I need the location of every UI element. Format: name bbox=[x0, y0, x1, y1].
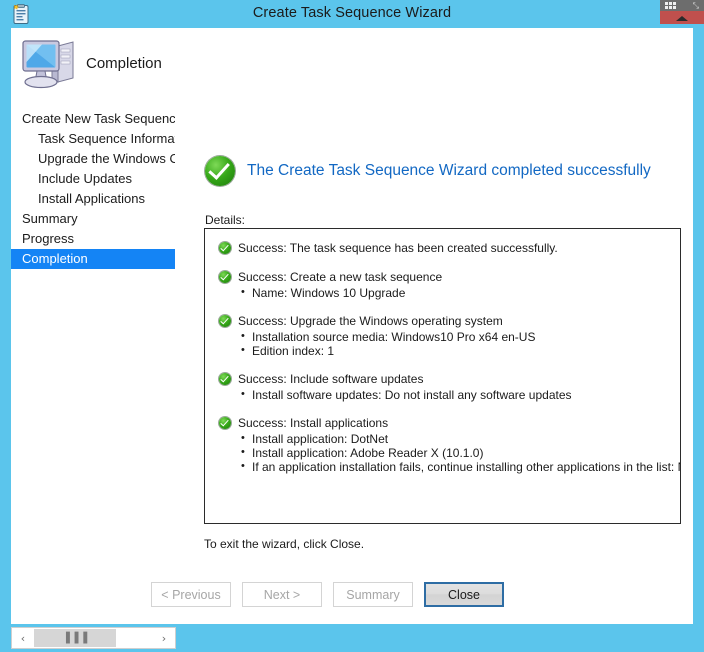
success-check-icon bbox=[219, 417, 231, 429]
sidebar-item-install-applications[interactable]: Install Applications bbox=[11, 189, 175, 209]
result-bullet-item: Install application: DotNet bbox=[219, 431, 670, 446]
sidebar-item-summary[interactable]: Summary bbox=[11, 209, 175, 229]
previous-button[interactable]: < Previous bbox=[151, 582, 231, 607]
scrollbar-thumb[interactable]: ▐▐▐ bbox=[34, 629, 116, 647]
scroll-right-arrow-icon[interactable]: › bbox=[153, 628, 175, 648]
result-heading-row: Success: The task sequence has been crea… bbox=[219, 241, 670, 256]
result-heading-text: Success: Install applications bbox=[238, 416, 389, 430]
result-bullet-item: Install application: Adobe Reader X (10.… bbox=[219, 445, 670, 460]
scrollbar-track[interactable]: ▐▐▐ bbox=[34, 628, 153, 648]
success-check-icon bbox=[219, 242, 231, 254]
result-bullet-item: Install software updates: Do not install… bbox=[219, 387, 670, 402]
result-bullet-item: If an application installation fails, co… bbox=[219, 459, 680, 474]
result-heading-text: Success: Create a new task sequence bbox=[238, 270, 443, 284]
exit-hint-text: To exit the wizard, click Close. bbox=[204, 537, 365, 551]
result-group: Success: Create a new task sequenceName:… bbox=[219, 270, 670, 300]
result-bullet-list: Install software updates: Do not install… bbox=[219, 387, 670, 402]
completion-status: The Create Task Sequence Wizard complete… bbox=[205, 156, 651, 186]
result-bullet-list: Installation source media: Windows10 Pro… bbox=[219, 329, 670, 358]
result-heading-row: Success: Create a new task sequence bbox=[219, 270, 670, 285]
summary-button[interactable]: Summary bbox=[333, 582, 413, 607]
result-group: Success: Upgrade the Windows operating s… bbox=[219, 314, 670, 358]
title-bar: Create Task Sequence Wizard ⤡ bbox=[0, 0, 704, 28]
close-button[interactable]: Close bbox=[424, 582, 504, 607]
wizard-window: Create Task Sequence Wizard ⤡ Completion… bbox=[0, 0, 704, 652]
result-heading-text: Success: Include software updates bbox=[238, 372, 424, 386]
next-button[interactable]: Next > bbox=[242, 582, 322, 607]
result-heading-row: Success: Install applications bbox=[219, 416, 670, 431]
sidebar-item-create-new-task-sequence[interactable]: Create New Task Sequence bbox=[11, 109, 175, 129]
result-group: Success: Include software updatesInstall… bbox=[219, 372, 670, 402]
result-bullet-list: Install application: DotNetInstall appli… bbox=[219, 431, 680, 474]
caret-up-icon bbox=[676, 16, 688, 21]
expand-arrows-icon[interactable]: ⤡ bbox=[693, 1, 699, 10]
result-group: Success: Install applicationsInstall app… bbox=[219, 416, 680, 474]
details-panel[interactable]: Success: The task sequence has been crea… bbox=[204, 228, 681, 524]
result-bullet-item: Name: Windows 10 Upgrade bbox=[219, 285, 670, 300]
result-heading-text: Success: Upgrade the Windows operating s… bbox=[238, 314, 503, 328]
result-bullet-item: Edition index: 1 bbox=[219, 343, 670, 358]
result-group: Success: The task sequence has been crea… bbox=[219, 241, 670, 256]
sidebar-item-progress[interactable]: Progress bbox=[11, 229, 175, 249]
result-bullet-item: Installation source media: Windows10 Pro… bbox=[219, 329, 670, 344]
horizontal-scrollbar[interactable]: ‹ ▐▐▐ › bbox=[11, 627, 176, 649]
sidebar-item-upgrade-the-windows-operating-system[interactable]: Upgrade the Windows Operating System bbox=[11, 149, 175, 169]
floating-overlay-toolbar[interactable]: ⤡ bbox=[660, 0, 704, 11]
success-check-icon bbox=[205, 156, 235, 186]
drag-handle-dots-icon[interactable] bbox=[665, 2, 676, 9]
result-heading-text: Success: The task sequence has been crea… bbox=[238, 241, 558, 255]
completion-status-text: The Create Task Sequence Wizard complete… bbox=[247, 162, 651, 179]
main-content: The Create Task Sequence Wizard complete… bbox=[193, 28, 693, 624]
wizard-client-area: Completion Create New Task Sequence Task … bbox=[11, 28, 693, 624]
result-heading-row: Success: Upgrade the Windows operating s… bbox=[219, 314, 670, 329]
success-check-icon bbox=[219, 315, 231, 327]
sidebar-item-task-sequence-information[interactable]: Task Sequence Information bbox=[11, 129, 175, 149]
success-check-icon bbox=[219, 373, 231, 385]
result-bullet-list: Name: Windows 10 Upgrade bbox=[219, 285, 670, 300]
page-title: Completion bbox=[86, 55, 162, 72]
details-label: Details: bbox=[205, 213, 246, 227]
success-check-icon bbox=[219, 271, 231, 283]
window-title: Create Task Sequence Wizard bbox=[252, 5, 452, 21]
scroll-left-arrow-icon[interactable]: ‹ bbox=[12, 628, 34, 648]
details-list: Success: The task sequence has been crea… bbox=[205, 229, 680, 474]
computer-monitor-icon bbox=[20, 36, 82, 96]
sidebar-item-include-updates[interactable]: Include Updates bbox=[11, 169, 175, 189]
wizard-button-bar: < Previous Next > Summary Close bbox=[11, 570, 693, 624]
sidebar-item-completion[interactable]: Completion bbox=[11, 249, 175, 269]
wizard-step-list: Create New Task Sequence Task Sequence In… bbox=[11, 109, 175, 309]
result-heading-row: Success: Include software updates bbox=[219, 372, 670, 387]
